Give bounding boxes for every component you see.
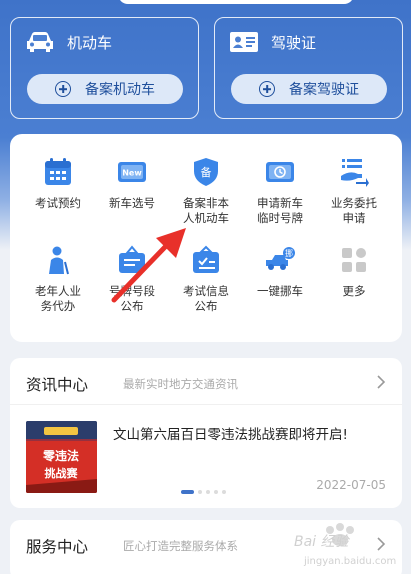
vehicle-card-title: 机动车 — [67, 33, 113, 52]
more-grid-icon — [342, 248, 366, 272]
svg-text:挑战赛: 挑战赛 — [45, 466, 79, 480]
calendar-icon — [45, 158, 71, 185]
chevron-right-icon[interactable] — [376, 374, 386, 390]
service-more[interactable]: 更多 — [315, 244, 393, 299]
register-vehicle-label: 备案机动车 — [85, 82, 155, 98]
register-license-button[interactable]: 备案驾驶证 — [231, 74, 387, 104]
driver-card-title: 驾驶证 — [271, 33, 317, 52]
plus-icon — [259, 81, 275, 97]
svg-text:零违法: 零违法 — [42, 448, 79, 463]
carousel-indicator — [181, 490, 226, 494]
tow-car-icon: 挪 — [266, 247, 295, 270]
service-move-car[interactable]: 挪 一键挪车 — [241, 244, 319, 299]
service-label: 一键挪车 — [257, 284, 303, 298]
news-thumbnail-art: 零违法 挑战赛 — [26, 421, 97, 493]
carousel-dot — [198, 490, 202, 494]
search-bar-edge[interactable] — [118, 0, 354, 4]
service-center-title: 服务中心 — [26, 538, 89, 556]
news-date: 2022-07-05 — [316, 478, 386, 492]
service-delegate[interactable]: 业务委托 申请 — [315, 156, 393, 226]
new-plate-icon: New — [118, 162, 146, 182]
services-grid: 考试预约 New 新车选号 备 备案非本 人机动车 申请新车 临时号牌 业务委托… — [10, 134, 402, 342]
id-card-icon — [230, 32, 258, 52]
service-label: 老年人业 务代办 — [35, 284, 81, 313]
service-label: 考试预约 — [35, 196, 81, 210]
service-label: 申请新车 临时号牌 — [257, 196, 303, 225]
register-license-label: 备案驾驶证 — [289, 82, 359, 98]
baidu-watermark: Bai 经验 jingyan.baidu.com — [294, 523, 396, 567]
carousel-dot-active — [181, 490, 194, 494]
carousel-dot — [214, 490, 218, 494]
delegate-icon — [341, 159, 369, 187]
red-arrow-annotation — [111, 228, 186, 303]
service-label: 更多 — [342, 284, 366, 298]
temp-plate-icon — [266, 162, 294, 182]
elderly-icon — [49, 246, 69, 275]
register-vehicle-button[interactable]: 备案机动车 — [27, 74, 183, 104]
divider — [10, 404, 402, 405]
info-center-subtitle: 最新实时地方交通资讯 — [123, 377, 238, 391]
service-elderly[interactable]: 老年人业 务代办 — [19, 244, 97, 314]
plus-icon — [55, 81, 71, 97]
info-center-card[interactable]: 资讯中心 最新实时地方交通资讯 零违法 挑战赛 文山第六届百日零违法挑战赛即将开… — [10, 358, 402, 508]
vehicle-card[interactable]: 机动车 备案机动车 — [10, 17, 199, 119]
info-center-title: 资讯中心 — [26, 376, 89, 394]
watermark-brand: Bai 经验 — [294, 534, 351, 550]
car-icon — [27, 32, 53, 52]
driver-license-card[interactable]: 驾驶证 备案驾驶证 — [214, 17, 403, 119]
service-exam-booking[interactable]: 考试预约 — [19, 156, 97, 211]
watermark-url: jingyan.baidu.com — [303, 556, 396, 567]
svg-text:备: 备 — [201, 165, 212, 179]
news-thumbnail[interactable]: 零违法 挑战赛 — [26, 421, 97, 493]
service-register-other-vehicle[interactable]: 备 备案非本 人机动车 — [167, 156, 245, 226]
service-label: 备案非本 人机动车 — [183, 196, 229, 225]
service-new-plate[interactable]: New 新车选号 — [93, 156, 171, 211]
svg-text:New: New — [122, 169, 142, 178]
exam-info-icon — [193, 245, 219, 273]
news-title[interactable]: 文山第六届百日零违法挑战赛即将开启! — [113, 423, 348, 443]
svg-text:挪: 挪 — [285, 248, 293, 258]
shield-badge-icon: 备 — [194, 158, 218, 186]
carousel-dot — [222, 490, 226, 494]
service-label: 业务委托 申请 — [331, 196, 377, 225]
service-temp-plate[interactable]: 申请新车 临时号牌 — [241, 156, 319, 226]
carousel-dot — [206, 490, 210, 494]
service-label: 新车选号 — [109, 196, 155, 210]
service-center-subtitle: 匠心打造完整服务体系 — [123, 539, 238, 553]
